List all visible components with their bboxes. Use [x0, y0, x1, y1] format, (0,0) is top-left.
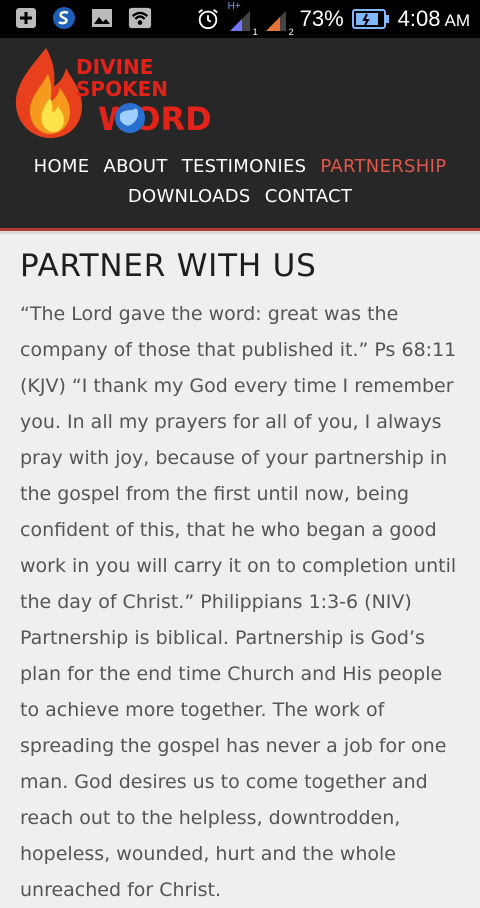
nav-downloads[interactable]: DOWNLOADS [128, 186, 251, 207]
main-content: PARTNER WITH US “The Lord gave the word:… [20, 244, 466, 908]
site-logo[interactable]: DIVINE SPOKEN WORD [12, 44, 212, 142]
battery-percent: 73% [299, 6, 344, 31]
sim2-number-label: 2 [288, 27, 294, 37]
sim-number-label: 1 [252, 27, 258, 37]
logo-text-divine: DIVINE [76, 55, 153, 79]
nav-partnership[interactable]: PARTNERSHIP [320, 156, 446, 177]
nav-testimonies[interactable]: TESTIMONIES [182, 156, 307, 177]
nav-about[interactable]: ABOUT [103, 156, 167, 177]
signal-2-icon: 2 [264, 5, 294, 37]
wifi-icon [128, 6, 152, 30]
image-icon [90, 6, 114, 30]
header-divider [0, 231, 480, 234]
nav-home[interactable]: HOME [34, 156, 90, 177]
main-nav: HOME ABOUT TESTIMONIES PARTNERSHIP DOWNL… [0, 152, 480, 212]
battery-icon [351, 7, 390, 31]
alarm-icon [196, 7, 220, 31]
status-bar: H+ 1 2 73% 4:08 AM [0, 0, 480, 38]
s-app-icon [52, 6, 76, 30]
page-title: PARTNER WITH US [20, 248, 317, 284]
nav-contact[interactable]: CONTACT [265, 186, 352, 207]
clock-ampm: AM [444, 11, 471, 30]
body-paragraph: “The Lord gave the word: great was the c… [20, 303, 457, 901]
site-header: DIVINE SPOKEN WORD HOME ABOUT TESTIMONIE… [0, 38, 480, 228]
clock: 4:08 AM [398, 6, 470, 32]
logo-text-spoken: SPOKEN [76, 77, 168, 101]
signal-icon: H+ 1 [228, 1, 258, 37]
plus-notification-icon [14, 6, 38, 30]
clock-time: 4:08 [397, 6, 441, 31]
